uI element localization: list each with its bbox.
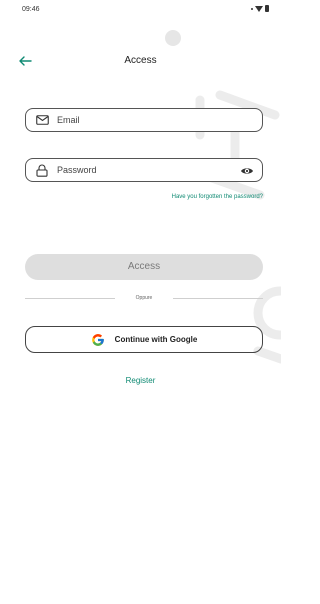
wifi-icon [255,5,263,12]
eye-icon[interactable] [240,164,254,178]
login-screen: 09:46 Access Email Password Have you for… [0,0,281,604]
status-time: 09:46 [22,6,40,13]
battery-icon [265,5,269,12]
email-placeholder: Email [57,115,80,125]
status-icons [251,5,269,12]
decorative-circle [165,30,181,46]
password-placeholder: Password [57,165,97,175]
email-field[interactable]: Email [25,108,263,132]
status-bar: 09:46 [0,0,281,20]
google-signin-button[interactable]: Continue with Google [25,326,263,353]
google-icon [91,333,104,346]
or-divider: Oppure [25,293,263,303]
access-button[interactable]: Access [25,254,263,280]
envelope-icon [35,113,49,127]
register-link[interactable]: Register [0,376,281,385]
divider-text: Oppure [135,295,153,301]
signal-icon [251,7,253,10]
google-button-label: Continue with Google [114,335,198,344]
password-field[interactable]: Password [25,158,263,182]
page-title: Access [124,55,157,66]
lock-icon [35,163,49,177]
forgot-password-link[interactable]: Have you forgotten the password? [172,194,263,200]
